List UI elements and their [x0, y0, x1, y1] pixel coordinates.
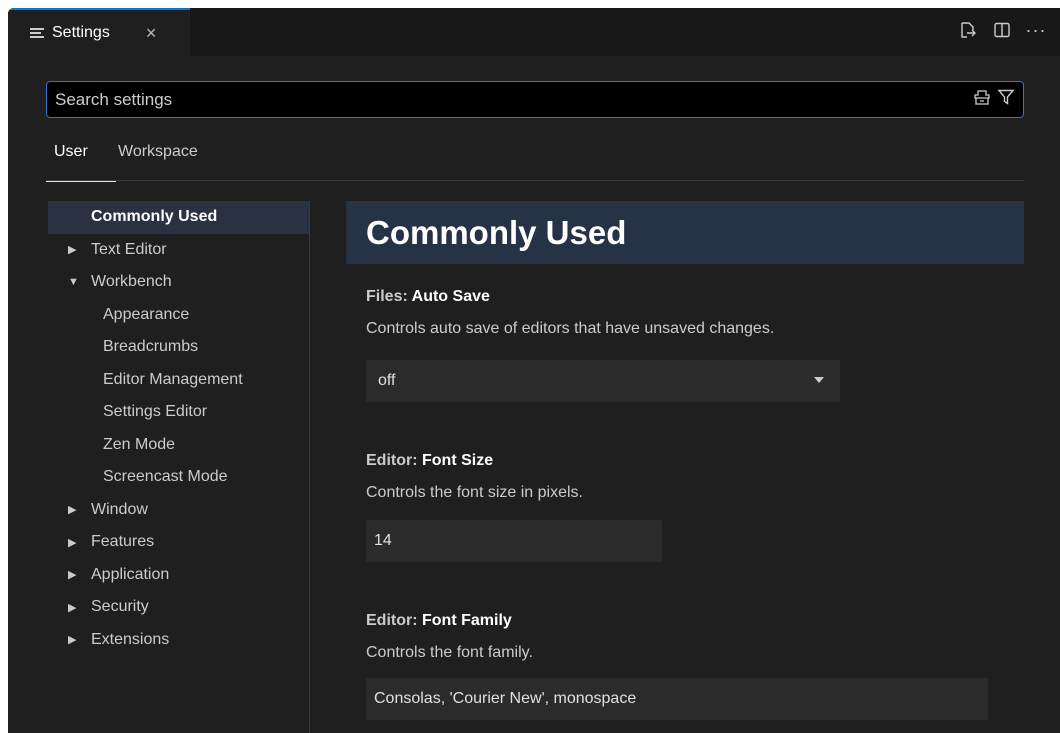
toc-item[interactable]: ▶ Window [48, 494, 309, 527]
chevron-down-icon: ▼ [68, 276, 79, 289]
filter-icon[interactable] [997, 88, 1015, 111]
toc-item[interactable]: Settings Editor [48, 396, 309, 429]
close-icon[interactable]: × [146, 24, 157, 42]
more-actions-icon[interactable]: ··· [1026, 20, 1046, 40]
chevron-right-icon: ▶ [68, 536, 77, 549]
toc-item[interactable]: Zen Mode [48, 429, 309, 462]
setting-category: Editor: [366, 612, 422, 629]
section-title: Commonly Used [346, 201, 1024, 264]
setting-editor-font-size: Editor: Font Size Controls the font size… [366, 452, 1006, 562]
search-input[interactable] [47, 89, 973, 110]
setting-title: Editor: Font Size [366, 452, 1006, 474]
search-tools [973, 88, 1023, 111]
chevron-down-icon [814, 377, 824, 383]
clear-filter-icon[interactable] [973, 88, 991, 111]
chevron-right-icon: ▶ [68, 601, 77, 614]
toc-item-label: Text Editor [91, 240, 167, 258]
settings-list-icon [30, 27, 44, 39]
setting-name: Font Family [422, 612, 512, 629]
chevron-right-icon: ▶ [68, 634, 77, 647]
toc-item[interactable]: ▼ Workbench [48, 266, 309, 299]
chevron-right-icon: ▶ [68, 569, 77, 582]
toc-item-label: Features [91, 533, 155, 551]
settings-toc: Commonly Used ▶ Text Editor ▼ Workbench Appea… [48, 201, 310, 733]
setting-category: Files: [366, 288, 412, 305]
toc-item[interactable]: ▶ Features [48, 526, 309, 559]
toc-item[interactable]: ▶ Extensions [48, 624, 309, 657]
tab-settings[interactable]: Settings × [8, 8, 190, 56]
search-box [46, 81, 1024, 118]
split-editor-icon[interactable] [992, 20, 1012, 40]
setting-editor-font-family: Editor: Font Family Controls the font fa… [366, 612, 1006, 720]
setting-name: Auto Save [411, 288, 490, 305]
toc-item-label: Zen Mode [103, 435, 176, 453]
setting-description: Controls the font size in pixels. [366, 484, 583, 501]
setting-title: Editor: Font Family [366, 612, 1006, 634]
toc-item[interactable]: Breadcrumbs [48, 331, 309, 364]
toc-item[interactable]: Commonly Used [48, 201, 309, 234]
toc-item[interactable]: ▶ Security [48, 591, 309, 624]
toc-item-label: Commonly Used [91, 208, 218, 226]
toc-item-label: Screencast Mode [103, 468, 228, 486]
editor-actions: ··· [958, 20, 1046, 40]
setting-description: Controls auto save of editors that have … [366, 320, 775, 337]
select-value: off [378, 372, 396, 389]
setting-name: Font Size [422, 452, 494, 469]
tab-workspace[interactable]: Workspace [118, 143, 198, 181]
toc-item-label: Breadcrumbs [103, 338, 199, 356]
toc-item-label: Security [91, 598, 149, 616]
setting-files-auto-save: Files: Auto Save Controls auto save of e… [366, 288, 1006, 402]
tab-bar: Settings × ··· [8, 8, 1060, 56]
toc-item-label: Settings Editor [103, 403, 208, 421]
toc-item-label: Editor Management [103, 370, 243, 388]
toc-item-label: Workbench [91, 273, 172, 291]
font-size-input[interactable]: 14 [366, 520, 662, 562]
toc-item[interactable]: ▶ Application [48, 559, 309, 592]
toc-item[interactable]: Appearance [48, 299, 309, 332]
toc-item[interactable]: ▶ Text Editor [48, 234, 309, 267]
chevron-right-icon: ▶ [68, 244, 77, 257]
setting-title: Files: Auto Save [366, 288, 1006, 310]
toc-item-label: Window [91, 500, 148, 518]
toc-item-label: Extensions [91, 630, 170, 648]
open-settings-json-icon[interactable] [958, 20, 978, 40]
setting-category: Editor: [366, 452, 422, 469]
toc-item[interactable]: Screencast Mode [48, 461, 309, 494]
settings-content: Commonly Used Files: Auto Save Controls … [346, 201, 1024, 733]
auto-save-select[interactable]: off [366, 360, 840, 402]
scope-tabs: User Workspace [46, 143, 1024, 182]
chevron-right-icon: ▶ [68, 504, 77, 517]
font-family-input[interactable]: Consolas, 'Courier New', monospace [366, 678, 988, 720]
toc-item-label: Appearance [103, 305, 190, 323]
settings-editor-window: Settings × ··· Search settings User Work… [8, 8, 1060, 733]
setting-description: Controls the font family. [366, 644, 533, 661]
tab-label: Settings [52, 24, 110, 41]
toc-item[interactable]: Editor Management [48, 364, 309, 397]
toc-item-label: Application [91, 565, 170, 583]
tab-user[interactable]: User [46, 143, 116, 182]
